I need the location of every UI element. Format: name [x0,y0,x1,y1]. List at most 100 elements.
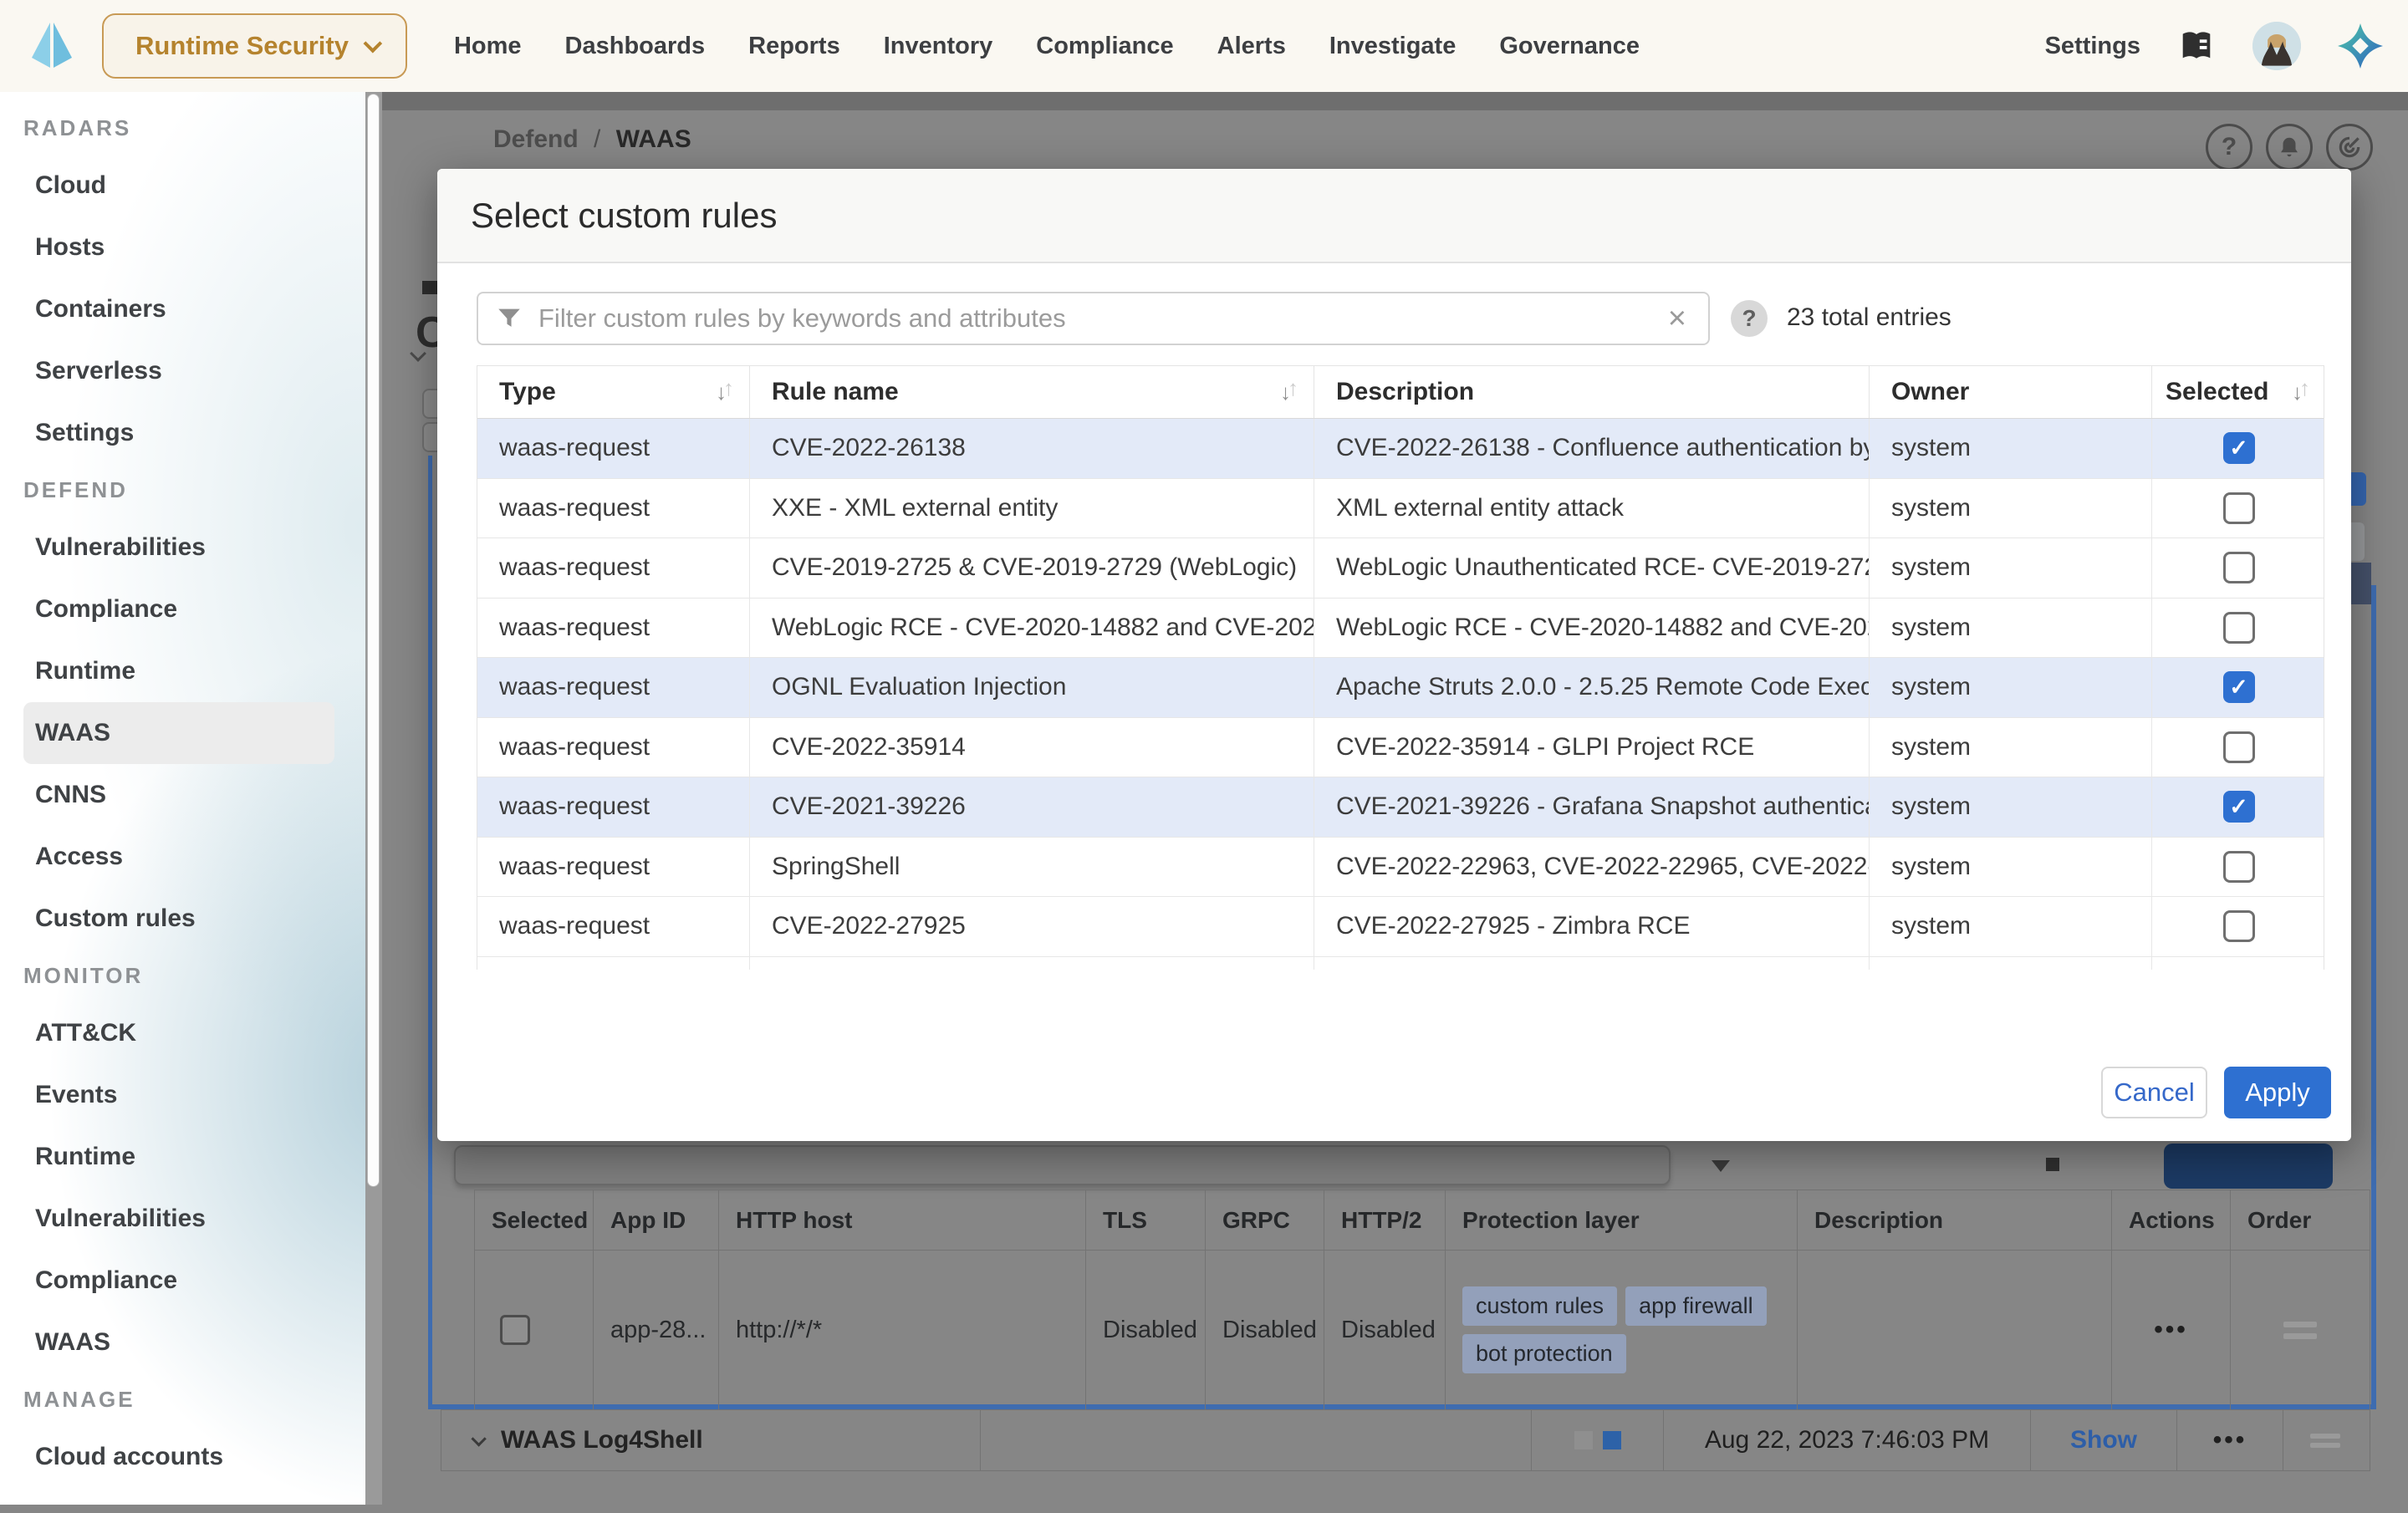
sidebar-header-monitor: MONITOR [0,950,365,1002]
sidebar-item-compliance[interactable]: Compliance [0,578,365,640]
sidebar-item-serverless[interactable]: Serverless [0,340,365,402]
rule-row[interactable]: waas-request CVE-2021-39226 CVE-2021-392… [477,777,2324,838]
caret-down-icon [1712,1160,1730,1172]
nav-alerts[interactable]: Alerts [1217,33,1286,60]
chip: custom rules [1462,1286,1617,1326]
timestamp-cell: Aug 22, 2023 7:46:03 PM [1664,1410,2031,1470]
sidebar-item-cloud[interactable]: Cloud [0,155,365,217]
breadcrumb-current: WAAS [616,125,691,153]
row-checkbox-checked[interactable] [2223,791,2255,823]
sidebar-item-compliance-monitor[interactable]: Compliance [0,1250,365,1312]
filter-input-box[interactable]: × [477,292,1710,345]
nav-investigate[interactable]: Investigate [1329,33,1457,60]
column-header-rule-name[interactable]: Rule name ↓↑ [750,366,1314,418]
row-checkbox [500,1315,530,1345]
nav-dashboards[interactable]: Dashboards [565,33,706,60]
app-logo-icon[interactable] [25,19,79,73]
policy-row-waas-log4shell: WAAS Log4Shell Aug 22, 2023 7:46:03 PM S… [441,1409,2370,1471]
row-actions-ellipsis-icon: ••• [2154,1316,2188,1344]
table-row-cell: custom rules app firewall bot protection [1446,1251,1798,1409]
status-square-gray [1574,1431,1593,1449]
table-row-cell: Disabled [1086,1251,1206,1409]
row-checkbox-unchecked[interactable] [2223,851,2255,883]
protection-layer-chips: custom rules app firewall bot protection [1462,1280,1797,1380]
rule-row[interactable]: waas-request XXE - XML external entity X… [477,479,2324,539]
sidebar-item-vulnerabilities[interactable]: Vulnerabilities [0,517,365,578]
nav-home[interactable]: Home [454,33,522,60]
row-actions-ellipsis-icon: ••• [2213,1426,2247,1454]
rule-row[interactable]: waas-request CVE-2022-26138 CVE-2022-261… [477,419,2324,479]
rule-row[interactable]: waas-request CVE-2022-35914 CVE-2022-359… [477,718,2324,778]
sidebar-item-containers[interactable]: Containers [0,278,365,340]
column-header-owner[interactable]: Owner [1870,366,2152,418]
row-checkbox-unchecked[interactable] [2223,612,2255,644]
sidebar-item-custom-rules[interactable]: Custom rules [0,888,365,950]
row-checkbox-unchecked[interactable] [2223,492,2255,524]
table-row-cell: app-28... [594,1251,719,1409]
nav-settings[interactable]: Settings [2045,33,2140,60]
nav-inventory[interactable]: Inventory [884,33,993,60]
prisma-cloud-logo-icon[interactable] [2338,23,2383,69]
cancel-button[interactable]: Cancel [2101,1067,2207,1118]
row-checkbox-unchecked[interactable] [2223,910,2255,942]
sidebar-item-hosts[interactable]: Hosts [0,217,365,278]
sidebar-item-settings[interactable]: Settings [0,402,365,464]
rule-row[interactable]: waas-request SpringShell CVE-2022-22963,… [477,838,2324,898]
occluded-filter-bar [454,1145,1671,1185]
product-switcher-label: Runtime Security [135,31,349,61]
occluded-square-glyph [2046,1158,2059,1171]
clear-filter-icon[interactable]: × [1663,303,1691,334]
row-checkbox-unchecked[interactable] [2223,731,2255,763]
sidebar-item-waas-monitor[interactable]: WAAS [0,1312,365,1373]
column-header: HTTP host [719,1190,1086,1251]
column-header: Order [2231,1190,2370,1251]
sidebar-item-cnns[interactable]: CNNS [0,764,365,826]
nav-reports[interactable]: Reports [748,33,840,60]
sidebar-item-runtime[interactable]: Runtime [0,640,365,702]
occluded-primary-button [2349,472,2366,506]
help-badge-icon[interactable]: ? [1731,300,1768,337]
rule-row[interactable]: waas-request OGNL Evaluation Injection A… [477,658,2324,718]
apply-button[interactable]: Apply [2224,1067,2331,1118]
rule-row[interactable]: waas-request CVE-2019-2725 & CVE-2019-27… [477,538,2324,599]
avatar[interactable] [2252,22,2301,70]
column-header-selected[interactable]: Selected ↓↑ [2152,366,2324,418]
empty-cell [981,1410,1532,1470]
column-header: HTTP/2 [1324,1190,1446,1251]
rule-row[interactable]: waas-request CVE-2022-27925 CVE-2022-279… [477,897,2324,957]
column-header: TLS [1086,1190,1206,1251]
product-switcher[interactable]: Runtime Security [102,13,407,79]
sidebar-item-vulnerabilities-monitor[interactable]: Vulnerabilities [0,1188,365,1250]
sidebar-item-attck[interactable]: ATT&CK [0,1002,365,1064]
column-header: Protection layer [1446,1190,1798,1251]
select-custom-rules-modal: Select custom rules × ? 23 total entries… [437,169,2351,1141]
column-header-type[interactable]: Type ↓↑ [477,366,750,418]
drag-cell [2283,1410,2367,1470]
occluded-save-button [2164,1144,2333,1189]
sidebar-scrollbar-thumb[interactable] [367,94,380,1187]
chevron-down-icon [363,34,382,53]
sidebar-item-cloud-accounts[interactable]: Cloud accounts [0,1426,365,1488]
sidebar-item-runtime-monitor[interactable]: Runtime [0,1126,365,1188]
column-header: Description [1798,1190,2112,1251]
sidebar-item-waas-active[interactable]: WAAS [23,702,334,764]
filter-input[interactable] [538,303,1663,334]
column-header-description[interactable]: Description [1314,366,1870,418]
column-header: Actions [2112,1190,2231,1251]
occluded-panel-edge [2349,563,2371,604]
docs-book-icon[interactable] [2177,27,2216,65]
radar-icon [2326,124,2373,171]
rule-row-partial[interactable] [477,957,2324,970]
table-header-row: Type ↓↑ Rule name ↓↑ Description Owner S… [477,366,2324,419]
sidebar-header-manage: MANAGE [0,1373,365,1426]
nav-governance[interactable]: Governance [1499,33,1640,60]
sidebar-item-access[interactable]: Access [0,826,365,888]
nav-compliance[interactable]: Compliance [1036,33,1173,60]
sidebar-item-events[interactable]: Events [0,1064,365,1126]
row-checkbox-checked[interactable] [2223,671,2255,703]
row-checkbox-checked[interactable] [2223,432,2255,464]
rule-row[interactable]: waas-request WebLogic RCE - CVE-2020-148… [477,599,2324,659]
row-checkbox-unchecked[interactable] [2223,552,2255,583]
chip: bot protection [1462,1334,1626,1373]
topbar: Runtime Security Home Dashboards Reports… [0,0,2408,92]
